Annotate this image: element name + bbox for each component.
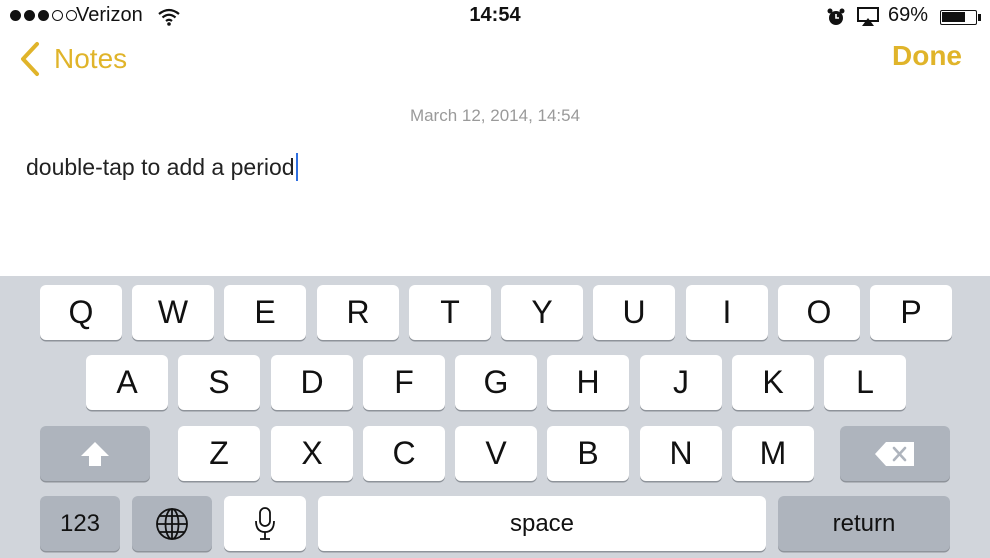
key-label: O: [806, 294, 832, 330]
return-key[interactable]: return: [778, 496, 950, 551]
key-label: I: [722, 294, 732, 330]
battery-icon: [940, 10, 977, 25]
key-label: B: [577, 435, 599, 471]
key-t[interactable]: T: [409, 285, 491, 340]
key-z[interactable]: Z: [178, 426, 260, 481]
key-h[interactable]: H: [547, 355, 629, 410]
globe-key[interactable]: [132, 496, 212, 551]
chevron-left-icon: [21, 42, 39, 76]
key-label: N: [669, 435, 693, 471]
key-g[interactable]: G: [455, 355, 537, 410]
key-i[interactable]: I: [686, 285, 768, 340]
key-u[interactable]: U: [593, 285, 675, 340]
key-l[interactable]: L: [824, 355, 906, 410]
key-f[interactable]: F: [363, 355, 445, 410]
status-bar: Verizon 14:54 69%: [0, 0, 990, 34]
note-text-area[interactable]: double-tap to add a period: [26, 153, 298, 181]
key-label: S: [208, 364, 230, 400]
key-label: Q: [68, 294, 94, 330]
alarm-icon: [827, 8, 845, 25]
key-y[interactable]: Y: [501, 285, 583, 340]
note-text: double-tap to add a period: [26, 154, 295, 180]
globe-icon: [156, 507, 188, 540]
key-d[interactable]: D: [271, 355, 353, 410]
key-w[interactable]: W: [132, 285, 214, 340]
shift-key[interactable]: [40, 426, 150, 481]
key-label: W: [157, 294, 189, 330]
key-c[interactable]: C: [363, 426, 445, 481]
delete-key[interactable]: [840, 426, 950, 481]
key-label: return: [832, 509, 896, 537]
key-label: V: [485, 435, 507, 471]
key-j[interactable]: J: [640, 355, 722, 410]
key-label: J: [673, 364, 689, 400]
key-label: T: [440, 294, 460, 330]
key-p[interactable]: P: [870, 285, 952, 340]
key-label: Y: [531, 294, 553, 330]
key-label: A: [116, 364, 138, 400]
key-label: U: [622, 294, 646, 330]
key-k[interactable]: K: [732, 355, 814, 410]
key-r[interactable]: R: [317, 285, 399, 340]
key-s[interactable]: S: [178, 355, 260, 410]
key-label: H: [576, 364, 600, 400]
key-label: R: [346, 294, 370, 330]
back-label: Notes: [54, 43, 128, 74]
key-label: D: [300, 364, 324, 400]
key-x[interactable]: X: [271, 426, 353, 481]
key-n[interactable]: N: [640, 426, 722, 481]
key-label: M: [759, 435, 787, 471]
key-label: G: [483, 364, 509, 400]
keyboard: Q W E R T Y U I O P A S D F G H J K L Z …: [0, 276, 990, 558]
key-o[interactable]: O: [778, 285, 860, 340]
key-label: Z: [209, 435, 229, 471]
airplay-icon: [857, 7, 879, 26]
back-to-notes-button[interactable]: Notes: [18, 38, 127, 80]
shift-icon: [81, 441, 109, 466]
key-label: C: [392, 435, 416, 471]
text-cursor: [295, 153, 298, 181]
key-label: E: [254, 294, 276, 330]
key-label: L: [856, 364, 874, 400]
key-b[interactable]: B: [547, 426, 629, 481]
numbers-key[interactable]: 123: [40, 496, 120, 551]
key-e[interactable]: E: [224, 285, 306, 340]
mic-icon: [255, 506, 275, 540]
key-label: P: [900, 294, 922, 330]
key-a[interactable]: A: [86, 355, 168, 410]
key-label: F: [394, 364, 414, 400]
battery-percent: 69%: [888, 4, 929, 26]
key-v[interactable]: V: [455, 426, 537, 481]
key-label: space: [509, 509, 575, 537]
delete-icon: [875, 441, 914, 466]
key-label: 123: [59, 509, 101, 537]
key-label: X: [301, 435, 323, 471]
space-key[interactable]: space: [318, 496, 766, 551]
note-date: March 12, 2014, 14:54: [409, 106, 581, 125]
key-label: K: [762, 364, 784, 400]
dictation-key[interactable]: [224, 496, 306, 551]
key-q[interactable]: Q: [40, 285, 122, 340]
battery-tip: [978, 14, 981, 21]
key-m[interactable]: M: [732, 426, 814, 481]
done-button[interactable]: Done: [892, 40, 962, 72]
